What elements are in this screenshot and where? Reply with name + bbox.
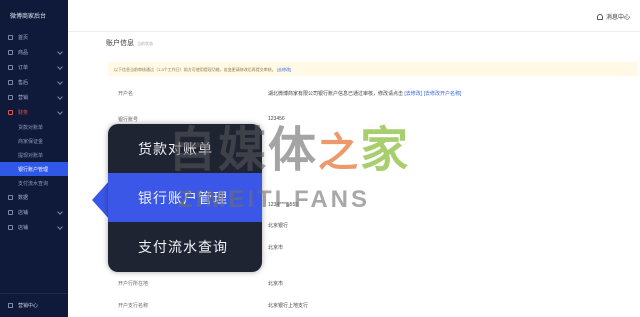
- settings-icon: [8, 303, 13, 308]
- marketing-icon: [8, 95, 13, 100]
- watermark-zhi: 之: [318, 131, 361, 175]
- sidebar-item-finance[interactable]: 财务: [0, 105, 68, 120]
- sidebar-item-label: 店铺: [18, 225, 29, 231]
- product-icon: [8, 50, 13, 55]
- sidebar: 微博商家后台 首页 商品 订单 售后 营销 财务 货款对账单 商家保证金 提现对…: [0, 0, 68, 317]
- data-icon: [8, 195, 13, 200]
- bell-icon: [596, 13, 603, 20]
- row-value: 北京银行: [268, 223, 289, 229]
- row-label: 开户名: [118, 91, 134, 97]
- chevron-down-icon: [57, 49, 63, 55]
- notice-banner: 以下信息当前审核通过（1-3个工作日）前方可使用提现功能，若变更请修改后再提交审…: [108, 62, 638, 76]
- sidebar-item-label: 店铺: [18, 210, 29, 216]
- sidebar-item-products[interactable]: 商品: [0, 45, 68, 60]
- sidebar-item-label: 订单: [18, 65, 29, 71]
- brand-title: 微博商家后台: [10, 13, 47, 20]
- sidebar-item-store[interactable]: 店铺: [0, 205, 68, 220]
- sidebar-subitem-bank-account[interactable]: 银行账户管理: [0, 162, 68, 176]
- edit-link[interactable]: [去修改] [去修改开户名称]: [404, 91, 461, 97]
- page-title-text: 账户信息: [106, 40, 134, 47]
- sidebar-item-store-2[interactable]: 店铺: [0, 220, 68, 235]
- sidebar-item-label: 营销: [18, 95, 29, 101]
- sidebar-item-aftersale[interactable]: 售后: [0, 75, 68, 90]
- sidebar-subitem-deposit[interactable]: 商家保证金: [0, 134, 68, 148]
- sidebar-footer[interactable]: 营销中心: [0, 293, 68, 317]
- chevron-down-icon: [57, 224, 63, 230]
- watermark-cn: 自媒体: [168, 124, 319, 177]
- row-value: 湖北微博商家有限公司银行账户信息已通过审核，修改请点击 [去修改] [去修改开户…: [268, 90, 461, 97]
- row-label: 开户行所在地: [118, 281, 149, 287]
- message-center-button[interactable]: 消息中心: [596, 12, 630, 21]
- sidebar-item-label: 数据: [18, 195, 29, 201]
- sidebar-subitem-statement[interactable]: 货款对账单: [0, 120, 68, 134]
- row-label: 开户支行名称: [118, 303, 149, 309]
- watermark-jia: 家: [360, 124, 411, 177]
- chevron-down-icon: [57, 79, 63, 85]
- notice-link[interactable]: [去修改]: [277, 67, 291, 72]
- row-value: 北京银行上地支行: [268, 303, 309, 309]
- sidebar-item-marketing[interactable]: 营销: [0, 90, 68, 105]
- store-icon: [8, 210, 13, 215]
- watermark-logo: 自媒体之家: [168, 110, 410, 180]
- sidebar-item-label: 财务: [18, 110, 29, 116]
- home-icon: [8, 35, 13, 40]
- sidebar-item-label: 首页: [18, 35, 29, 41]
- row-label: 银行账号: [118, 117, 139, 123]
- order-icon: [8, 65, 13, 70]
- chevron-up-icon: [57, 109, 63, 115]
- popup-item-payment-flow[interactable]: 支付流水查询: [108, 222, 262, 271]
- sidebar-item-label: 售后: [18, 80, 29, 86]
- notice-text: 以下信息当前审核通过（1-3个工作日）前方可使用提现功能，若变更请修改后再提交审…: [114, 67, 276, 72]
- footer-label: 营销中心: [18, 303, 39, 309]
- chevron-down-icon: [57, 64, 63, 70]
- sidebar-item-orders[interactable]: 订单: [0, 60, 68, 75]
- app-window: 微博商家后台 首页 商品 订单 售后 营销 财务 货款对账单 商家保证金 提现对…: [0, 0, 640, 317]
- row-value: 北京市: [268, 245, 284, 251]
- sidebar-item-label: 商品: [18, 50, 29, 56]
- page-title-hint: 当前状态: [137, 41, 153, 46]
- sidebar-item-data[interactable]: 数据: [0, 190, 68, 205]
- top-bar: 消息中心: [68, 0, 640, 32]
- aftersale-icon: [8, 80, 13, 85]
- sidebar-subitem-payment-flow[interactable]: 支付流水查询: [0, 176, 68, 190]
- chevron-down-icon: [57, 209, 63, 215]
- chevron-down-icon: [57, 94, 63, 100]
- row-value-text: 湖北微博商家有限公司银行账户信息已通过审核，修改请点击: [268, 91, 404, 97]
- watermark-domain: ZIMEITI.FANS: [178, 186, 370, 213]
- sidebar-item-home[interactable]: 首页: [0, 30, 68, 45]
- row-value: 北京市: [268, 281, 284, 287]
- store-icon: [8, 225, 13, 230]
- message-center-label: 消息中心: [605, 15, 630, 21]
- page-title: 账户信息 当前状态: [106, 38, 153, 48]
- sidebar-subitem-withdraw[interactable]: 提现对账单: [0, 148, 68, 162]
- finance-icon: [8, 110, 13, 115]
